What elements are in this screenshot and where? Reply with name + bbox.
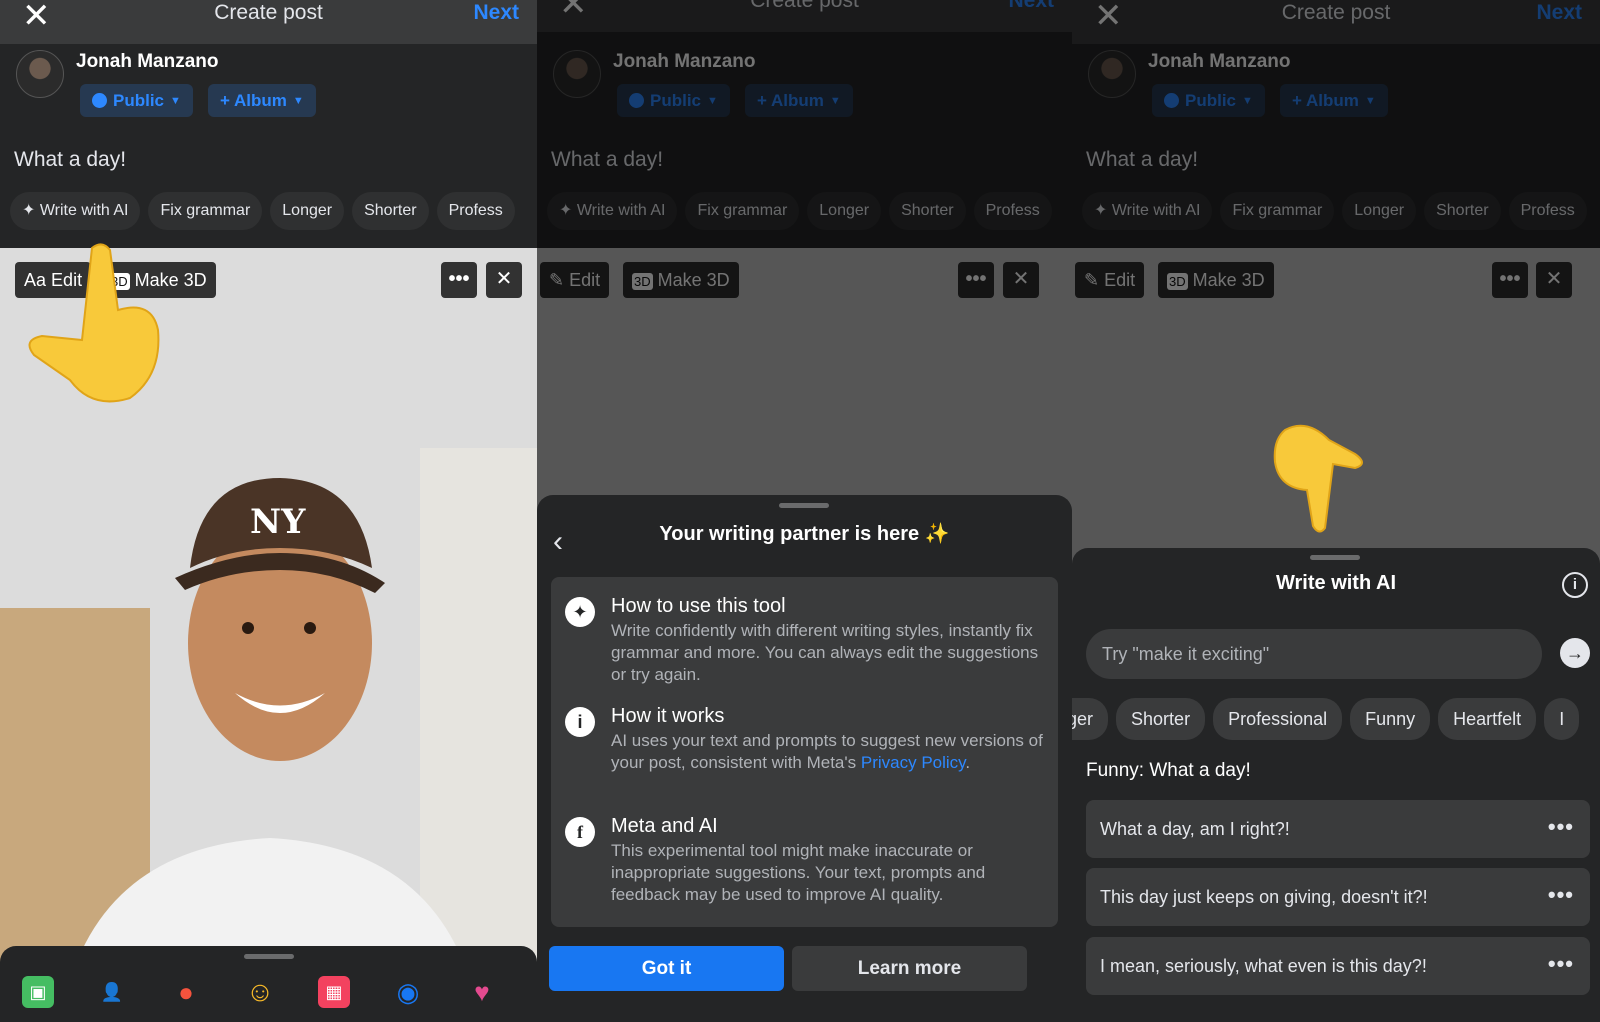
suggestion-card[interactable]: This day just keeps on giving, doesn't i… [1086,868,1590,926]
chevron-down-icon: ▼ [170,95,181,107]
prompt-input[interactable]: Try "make it exciting" [1086,629,1542,679]
more-icon[interactable]: ••• [1548,868,1574,922]
longer-button[interactable]: Longer [270,192,345,230]
facebook-icon: f [565,817,595,847]
album-label: Album [234,91,287,110]
suggestion-card[interactable]: I mean, seriously, what even is this day… [1086,937,1590,995]
ai-toolbar: ✦ Write with AIFix grammarLongerShorterP… [10,192,523,230]
drag-handle[interactable] [244,954,294,959]
suggestion-text: This day just keeps on giving, doesn't i… [1100,887,1428,907]
style-option-shorter[interactable]: Shorter [1116,698,1206,740]
photo-icon[interactable]: ▣ [22,976,54,1008]
more-options-button[interactable]: ••• [441,262,477,298]
drag-handle[interactable] [1310,555,1360,560]
sparkle-icon: ✦ [565,597,595,627]
writing-partner-sheet: ‹ Your writing partner is here ✨ ✦ How t… [537,495,1072,1022]
professional-button[interactable]: Profess [436,192,515,230]
pointing-hand-icon [28,243,160,403]
suggestion-text: What a day, am I right?! [1100,819,1290,839]
messenger-icon[interactable]: ◉ [392,976,424,1008]
info-card: ✦ How to use this tool Write confidently… [551,577,1058,927]
more-icon[interactable]: ••• [1548,937,1574,991]
style-options: ngerShorterProfessionalFunnyHeartfeltI [1072,698,1587,740]
info-heading: Meta and AI [611,815,718,837]
user-name: Jonah Manzano [76,51,219,72]
sheet-title: Your writing partner is here ✨ [659,523,950,545]
composer-panel-3: ✕ Create post Next Jonah Manzano Public▼… [1072,0,1600,1022]
write-with-ai-button[interactable]: ✦ Write with AI [10,192,141,230]
more-icon[interactable]: ••• [1548,800,1574,854]
shorter-button[interactable]: Shorter [352,192,429,230]
privacy-label: Public [113,91,165,110]
tag-people-icon[interactable]: 👤 [96,976,128,1008]
info-item: ✦ How to use this tool Write confidently… [565,595,1044,686]
style-option-heartfelt[interactable]: Heartfelt [1438,698,1537,740]
post-text[interactable]: What a day! [14,148,126,172]
chevron-down-icon: ▼ [292,95,304,107]
fix-grammar-button[interactable]: Fix grammar [148,192,263,230]
style-option-longer[interactable]: nger [1072,698,1109,740]
style-option-professional[interactable]: Professional [1213,698,1343,740]
info-heading: How to use this tool [611,595,786,617]
info-icon: i [565,707,595,737]
feeling-icon[interactable]: ☺ [244,976,276,1008]
event-icon[interactable]: ▦ [318,976,350,1008]
info-heading: How it works [611,705,725,727]
result-label: Funny: What a day! [1086,760,1251,781]
sheet-title: Write with AI [1276,572,1396,594]
album-dropdown[interactable]: + Album ▼ [208,84,316,117]
heart-icon[interactable]: ♥ [466,976,498,1008]
drag-handle[interactable] [779,503,829,508]
suggestion-card[interactable]: What a day, am I right?! ••• [1086,800,1590,858]
send-arrow-icon[interactable]: → [1560,638,1590,668]
learn-more-button[interactable]: Learn more [792,946,1027,991]
info-item: f Meta and AI This experimental tool mig… [565,815,1044,906]
write-with-ai-sheet: Write with AI i Try "make it exciting" →… [1072,548,1600,1022]
style-option-more[interactable]: I [1544,698,1580,740]
info-icon[interactable]: i [1562,572,1588,598]
plus-icon: + [220,91,235,110]
avatar [16,50,64,98]
privacy-dropdown[interactable]: Public ▼ [80,84,193,117]
privacy-policy-link[interactable]: Privacy Policy [861,753,966,772]
remove-photo-button[interactable]: ✕ [486,262,522,298]
next-button[interactable]: Next [473,0,519,26]
style-option-funny[interactable]: Funny [1350,698,1431,740]
media-tray: ▣ 👤 ● ☺ ▦ ◉ ♥ [0,946,537,1022]
page-title: Create post [214,1,323,24]
sparkle-icon: ✦ [22,202,40,219]
info-description: AI uses your text and prompts to suggest… [611,731,1043,772]
composer-panel-1: ✕ Create post Next Jonah Manzano Public ▼… [0,0,537,1022]
got-it-button[interactable]: Got it [549,946,784,991]
composer-panel-2: ✕ Create post Next Jonah Manzano Public▼… [537,0,1072,1022]
suggestion-text: I mean, seriously, what even is this day… [1100,956,1427,976]
location-icon[interactable]: ● [170,976,202,1008]
svg-text:NY: NY [250,502,306,542]
info-description: Write confidently with different writing… [611,621,1039,684]
info-item: i How it works AI uses your text and pro… [565,705,1044,774]
globe-icon [92,93,107,108]
pointing-hand-icon [1273,424,1363,533]
info-description: This experimental tool might make inaccu… [611,841,986,904]
top-bar: ✕ Create post Next [0,0,537,44]
